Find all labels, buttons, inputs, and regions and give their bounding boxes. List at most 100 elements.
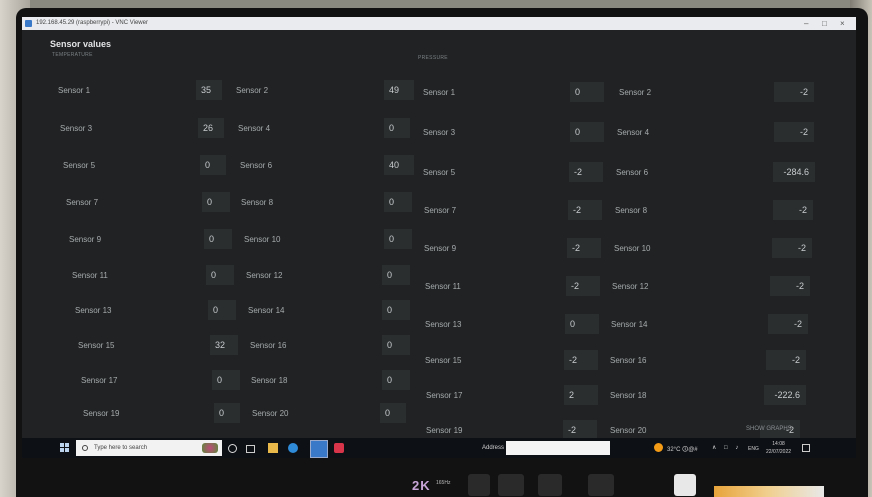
temperature-sensor-value: 0 bbox=[214, 403, 240, 423]
pressure-sensor-label: Sensor 12 bbox=[612, 282, 649, 291]
pressure-sensor-value: -2 bbox=[774, 122, 814, 142]
laptop-sticker bbox=[538, 474, 562, 496]
pressure-sensor-label: Sensor 3 bbox=[423, 128, 456, 137]
pressure-sensor-value: -2 bbox=[772, 238, 812, 258]
pressure-sensor-value: -2 bbox=[569, 162, 603, 182]
language-indicator[interactable]: ENG bbox=[748, 446, 759, 452]
laptop-2k-logo: 2K bbox=[412, 478, 431, 493]
temperature-sensor-label: Sensor 11 bbox=[72, 271, 108, 280]
vnc-app-icon bbox=[25, 20, 32, 27]
clock-date: 22/07/2022 bbox=[766, 449, 792, 455]
pressure-sensor-value: -2 bbox=[563, 420, 597, 440]
notification-icon[interactable] bbox=[802, 444, 810, 452]
edge-browser-icon[interactable] bbox=[288, 443, 298, 453]
pressure-sensor-label: Sensor 7 bbox=[424, 206, 457, 215]
laptop-sticker bbox=[588, 474, 614, 496]
temperature-sensor-label: Sensor 13 bbox=[75, 306, 112, 315]
pressure-sensor-label: Sensor 18 bbox=[610, 391, 647, 400]
temperature-sensor-label: Sensor 6 bbox=[240, 161, 273, 170]
temperature-sensor-label: Sensor 1 bbox=[58, 86, 91, 95]
pressure-sensor-value: -222.6 bbox=[764, 385, 806, 405]
minimize-icon[interactable]: – bbox=[804, 17, 808, 30]
temperature-sensor-label: Sensor 5 bbox=[63, 161, 96, 170]
pressure-sensor-value: 2 bbox=[564, 385, 598, 405]
file-explorer-icon[interactable] bbox=[268, 443, 278, 453]
clock-time: 14:08 bbox=[772, 441, 785, 447]
windows-start-icon[interactable] bbox=[60, 443, 70, 453]
antivirus-icon[interactable] bbox=[334, 443, 344, 453]
temperature-sensor-label: Sensor 2 bbox=[236, 86, 269, 95]
temperature-section-label: TEMPERATURE bbox=[52, 52, 93, 58]
pressure-sensor-label: Sensor 10 bbox=[614, 244, 651, 253]
temperature-sensor-value: 0 bbox=[200, 155, 226, 175]
pressure-sensor-value: -2 bbox=[566, 276, 600, 296]
background bbox=[0, 0, 872, 8]
pressure-sensor-value: -2 bbox=[773, 200, 813, 220]
pressure-sensor-value: -2 bbox=[567, 238, 601, 258]
temperature-sensor-label: Sensor 17 bbox=[81, 376, 118, 385]
laptop-sticker bbox=[714, 486, 824, 497]
temperature-sensor-value: 26 bbox=[198, 118, 224, 138]
temperature-sensor-value: 32 bbox=[210, 335, 238, 355]
weather-icon[interactable] bbox=[654, 443, 663, 452]
pressure-sensor-value: -2 bbox=[766, 350, 806, 370]
address-label: Address bbox=[482, 445, 505, 451]
temperature-sensor-value: 0 bbox=[384, 118, 410, 138]
pressure-sensor-value: -284.6 bbox=[773, 162, 815, 182]
pressure-sensor-value: -2 bbox=[564, 350, 598, 370]
laptop-sticker bbox=[498, 474, 524, 496]
vnc-viewer-taskbar-icon[interactable] bbox=[310, 440, 328, 458]
pressure-sensor-value: 0 bbox=[570, 82, 604, 102]
pressure-sensor-value: -2 bbox=[568, 200, 602, 220]
temperature-sensor-label: Sensor 15 bbox=[78, 341, 115, 350]
temperature-sensor-value: 49 bbox=[384, 80, 414, 100]
address-input[interactable] bbox=[506, 441, 610, 455]
pressure-sensor-label: Sensor 20 bbox=[610, 426, 647, 435]
temperature-sensor-label: Sensor 19 bbox=[83, 409, 120, 418]
pressure-sensor-label: Sensor 15 bbox=[425, 356, 462, 365]
temperature-sensor-label: Sensor 7 bbox=[66, 198, 99, 207]
pressure-sensor-label: Sensor 11 bbox=[425, 282, 461, 291]
temperature-sensor-value: 0 bbox=[384, 192, 412, 212]
maximize-icon[interactable]: □ bbox=[822, 17, 827, 30]
temperature-sensor-value: 40 bbox=[384, 155, 414, 175]
show-graphs-button[interactable]: SHOW GRAPHS bbox=[746, 426, 792, 432]
temperature-sensor-label: Sensor 18 bbox=[251, 376, 288, 385]
laptop-screen: 192.168.45.29 (raspberrypi) - VNC Viewer… bbox=[22, 17, 856, 458]
temperature-sensor-label: Sensor 14 bbox=[248, 306, 285, 315]
pressure-sensor-label: Sensor 14 bbox=[611, 320, 648, 329]
pressure-sensor-label: Sensor 13 bbox=[425, 320, 462, 329]
pressure-sensor-label: Sensor 16 bbox=[610, 356, 647, 365]
close-icon[interactable]: × bbox=[840, 17, 845, 30]
temperature-sensor-label: Sensor 4 bbox=[238, 124, 271, 133]
temperature-sensor-value: 0 bbox=[382, 265, 410, 285]
temperature-sensor-label: Sensor 12 bbox=[246, 271, 283, 280]
temperature-sensor-label: Sensor 16 bbox=[250, 341, 287, 350]
pressure-sensor-label: Sensor 17 bbox=[426, 391, 463, 400]
search-icon bbox=[82, 445, 88, 451]
temperature-sensor-value: 0 bbox=[204, 229, 232, 249]
pressure-section-label: PRESSURE bbox=[418, 55, 448, 61]
system-tray-icons[interactable]: ∧ □ ♪ bbox=[712, 444, 741, 451]
pressure-sensor-value: 0 bbox=[565, 314, 599, 334]
pressure-sensor-label: Sensor 1 bbox=[423, 88, 456, 97]
taskbar-search[interactable]: Type here to search bbox=[76, 440, 222, 456]
laptop-sticker bbox=[468, 474, 490, 496]
page-title: Sensor values bbox=[50, 39, 112, 49]
temperature-sensor-label: Sensor 3 bbox=[60, 124, 93, 133]
temperature-sensor-value: 0 bbox=[382, 335, 410, 355]
laptop-sticker bbox=[674, 474, 696, 496]
temperature-sensor-value: 35 bbox=[196, 80, 222, 100]
temperature-sensor-value: 0 bbox=[382, 370, 410, 390]
temperature-sensor-value: 0 bbox=[380, 403, 406, 423]
pressure-sensor-value: -2 bbox=[768, 314, 808, 334]
pressure-sensor-value: -2 bbox=[770, 276, 810, 296]
task-view-icon[interactable] bbox=[246, 445, 255, 453]
search-highlight-icon bbox=[202, 443, 218, 453]
taskbar: Type here to search Address 32°C 🛈@# ∧ □… bbox=[22, 438, 856, 458]
temperature-sensor-label: Sensor 20 bbox=[252, 409, 289, 418]
pressure-sensor-label: Sensor 4 bbox=[617, 128, 650, 137]
pressure-sensor-label: Sensor 5 bbox=[423, 168, 456, 177]
clock[interactable]: 14:08 22/07/2022 bbox=[766, 440, 791, 456]
cortana-icon[interactable] bbox=[228, 444, 237, 453]
